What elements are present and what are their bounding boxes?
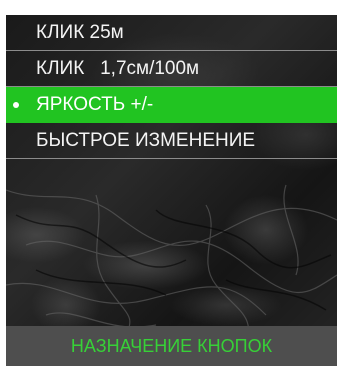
- menu-item-click-per-100m[interactable]: КЛИК 1,7см/100м: [6, 51, 337, 87]
- screen-title: НАЗНАЧЕНИЕ КНОПОК: [70, 336, 273, 356]
- device-screen: КЛИК 25м КЛИК 1,7см/100м ЯРКОСТЬ +/- БЫС…: [6, 15, 337, 366]
- menu-item-label: БЫСТРОЕ ИЗМЕНЕНИЕ: [36, 130, 256, 151]
- menu-item-label: КЛИК 25м: [36, 22, 124, 43]
- menu-item-brightness[interactable]: ЯРКОСТЬ +/-: [6, 87, 337, 123]
- screen-title-bar: НАЗНАЧЕНИЕ КНОПОК: [6, 326, 337, 366]
- menu-item-label: ЯРКОСТЬ +/-: [36, 94, 154, 115]
- menu-item-label: КЛИК 1,7см/100м: [36, 58, 200, 79]
- menu-item-click-25m[interactable]: КЛИК 25м: [6, 15, 337, 51]
- menu-item-quick-change[interactable]: БЫСТРОЕ ИЗМЕНЕНИЕ: [6, 123, 337, 159]
- menu-list: КЛИК 25м КЛИК 1,7см/100м ЯРКОСТЬ +/- БЫС…: [6, 15, 337, 159]
- selection-bullet-icon: [13, 102, 19, 108]
